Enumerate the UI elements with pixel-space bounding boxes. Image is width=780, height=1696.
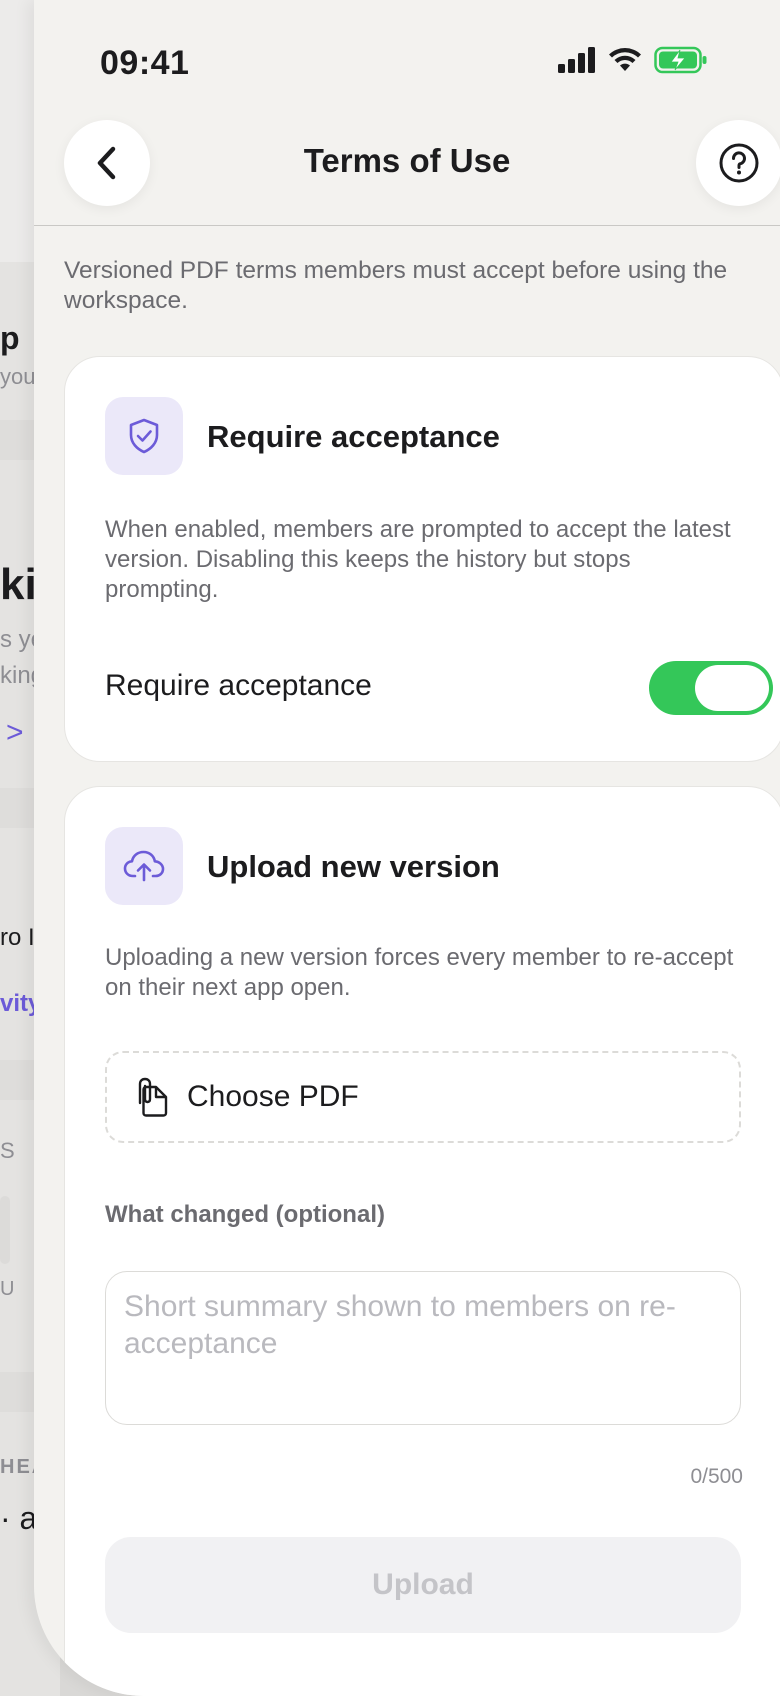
underlying-text: p — [0, 320, 20, 356]
require-acceptance-label: Require acceptance — [105, 669, 372, 702]
status-icons — [558, 46, 708, 74]
intro-text: Versioned PDF terms members must accept … — [64, 257, 728, 314]
what-changed-label: What changed (optional) — [105, 1201, 385, 1228]
acceptance-card: Require acceptance When enabled, members… — [64, 356, 780, 762]
underlying-text: ro I — [0, 924, 35, 951]
cloud-upload-icon — [105, 827, 183, 905]
upload-card-description: Uploading a new version forces every mem… — [105, 944, 734, 1001]
underlying-text: U — [0, 1278, 15, 1300]
page-title: Terms of Use — [303, 142, 511, 179]
status-time: 09:41 — [100, 44, 190, 82]
underlying-chevron-icon: > — [6, 716, 24, 749]
underlying-text: · a — [0, 1500, 38, 1536]
terms-sheet: 09:41 Terms of Use Versioned PDF terms m… — [34, 0, 780, 1696]
signal-icon — [558, 47, 595, 73]
upload-card-title: Upload new version — [207, 849, 500, 884]
shield-check-icon — [105, 397, 183, 475]
battery-charging-icon — [654, 46, 707, 74]
choose-pdf-label: Choose PDF — [187, 1080, 359, 1113]
choose-pdf-button[interactable]: Choose PDF — [105, 1051, 741, 1143]
help-icon — [719, 143, 759, 183]
nav-bar: Terms of Use — [34, 110, 780, 226]
acceptance-card-title: Require acceptance — [207, 419, 500, 454]
help-button[interactable] — [696, 120, 780, 206]
status-bar: 09:41 — [34, 0, 780, 120]
character-counter: 0/500 — [690, 1465, 743, 1488]
wifi-icon — [609, 48, 641, 71]
paperclip-document-icon — [131, 1077, 171, 1117]
acceptance-card-description: When enabled, members are prompted to ac… — [105, 516, 731, 603]
upload-card: Upload new version Uploading a new versi… — [64, 786, 780, 1696]
toggle-knob — [695, 665, 769, 711]
upload-button[interactable]: Upload — [105, 1537, 741, 1633]
underlying-block — [0, 1196, 10, 1264]
what-changed-input[interactable]: Short summary shown to members on re-acc… — [105, 1271, 741, 1425]
require-acceptance-toggle[interactable] — [649, 661, 773, 715]
underlying-text: S — [0, 1138, 15, 1163]
